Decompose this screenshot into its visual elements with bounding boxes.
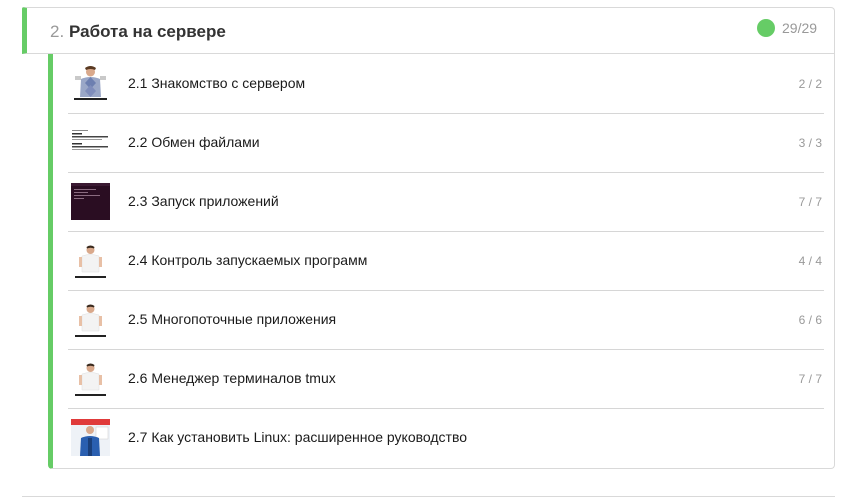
person-blue-jacket-icon	[71, 419, 110, 456]
lesson-thumbnail	[71, 360, 110, 397]
lesson-thumbnail	[71, 65, 110, 102]
lesson-progress: 6 / 6	[798, 313, 822, 327]
completed-status-icon	[757, 19, 775, 37]
lesson-title[interactable]: 2.2 Обмен файлами	[128, 134, 260, 150]
lesson-thumbnail	[71, 419, 110, 456]
module-header[interactable]: 2. Работа на сервере 29/29	[22, 7, 835, 54]
lesson-title[interactable]: 2.3 Запуск приложений	[128, 193, 279, 209]
lesson-item[interactable]: 2.4 Контроль запускаемых программ 4 / 4	[68, 231, 824, 291]
lesson-progress: 7 / 7	[798, 372, 822, 386]
lesson-item[interactable]: 2.5 Многопоточные приложения 6 / 6	[68, 290, 824, 350]
lesson-item[interactable]: 2.2 Обмен файлами 3 / 3	[68, 113, 824, 173]
person-white-shirt-icon	[71, 360, 110, 397]
lesson-thumbnail	[71, 124, 110, 161]
lesson-title[interactable]: 2.5 Многопоточные приложения	[128, 311, 336, 327]
lesson-progress: 4 / 4	[798, 254, 822, 268]
module-number: 2.	[50, 22, 65, 41]
person-white-shirt-icon	[71, 242, 110, 279]
lesson-thumbnail	[71, 242, 110, 279]
module-progress: 29/29	[782, 20, 818, 36]
lesson-item[interactable]: 2.6 Менеджер терминалов tmux 7 / 7	[68, 349, 824, 409]
lesson-progress: 3 / 3	[798, 136, 822, 150]
text-document-icon	[71, 124, 110, 161]
lesson-item[interactable]: 2.3 Запуск приложений 7 / 7	[68, 172, 824, 232]
lesson-title[interactable]: 2.6 Менеджер терминалов tmux	[128, 370, 336, 386]
person-white-shirt-icon	[71, 301, 110, 338]
lesson-item[interactable]: 2.7 Как установить Linux: расширенное ру…	[68, 408, 824, 467]
lesson-progress: 7 / 7	[798, 195, 822, 209]
module-title[interactable]: Работа на сервере	[69, 22, 226, 42]
lesson-title[interactable]: 2.7 Как установить Linux: расширенное ру…	[128, 429, 467, 445]
lesson-thumbnail	[71, 301, 110, 338]
lesson-thumbnail	[71, 183, 110, 220]
terminal-window-icon	[71, 183, 110, 220]
person-argyle-sweater-icon	[71, 65, 110, 102]
lesson-title[interactable]: 2.4 Контроль запускаемых программ	[128, 252, 367, 268]
lesson-item[interactable]: 2.1 Знакомство с сервером 2 / 2	[68, 54, 824, 114]
lessons-list: 2.1 Знакомство с сервером 2 / 2 2.2 Обме…	[48, 54, 835, 469]
lesson-title[interactable]: 2.1 Знакомство с сервером	[128, 75, 305, 91]
lesson-progress: 2 / 2	[798, 77, 822, 91]
